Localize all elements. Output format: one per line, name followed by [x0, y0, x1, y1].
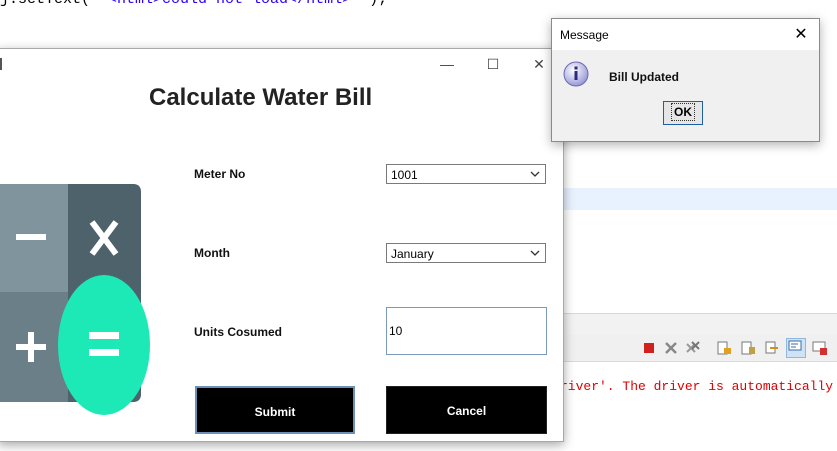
units-consumed-value: 10 — [389, 324, 403, 338]
code-string: "<html>could not load</html>" — [99, 0, 360, 8]
info-icon — [563, 61, 589, 87]
calculate-bill-window: — ☐ ✕ Calculate Water Bill Meter No 1001… — [0, 48, 564, 442]
message-dialog: Message ✕ Bill Updated OK — [551, 18, 820, 142]
ide-console-tabbar — [560, 313, 837, 336]
meter-no-label: Meter No — [194, 167, 246, 181]
meter-no-value: 1001 — [391, 168, 418, 182]
clear-console-icon[interactable] — [716, 340, 732, 356]
month-select[interactable]: January — [386, 243, 546, 263]
minimize-button[interactable]: — — [424, 49, 470, 79]
pin-console-icon[interactable] — [812, 340, 828, 356]
code-prefix: j.setText( — [0, 0, 90, 8]
window-icon — [0, 58, 2, 70]
month-label: Month — [194, 246, 230, 260]
ide-code-line: j.setText( "<html>could not load</html>"… — [0, 0, 387, 8]
scroll-lock-icon[interactable] — [740, 340, 756, 356]
remove-all-icon[interactable] — [685, 340, 701, 356]
ok-label: OK — [671, 103, 695, 121]
dialog-title: Message — [560, 28, 609, 42]
dialog-titlebar: Message ✕ — [552, 19, 819, 50]
show-console-icon[interactable] — [786, 338, 806, 358]
dialog-message: Bill Updated — [609, 70, 680, 84]
chevron-down-icon — [530, 171, 540, 177]
cancel-button[interactable]: Cancel — [386, 386, 547, 434]
code-suffix: ); — [369, 0, 387, 8]
page-title: Calculate Water Bill — [149, 84, 373, 111]
units-consumed-label: Units Cosumed — [194, 325, 283, 339]
console-error-text: river'. The driver is automatically reg — [560, 379, 837, 394]
meter-no-select[interactable]: 1001 — [386, 164, 546, 184]
dialog-close-button[interactable]: ✕ — [787, 22, 815, 48]
ide-line-highlight — [560, 188, 837, 210]
calculator-icon — [0, 184, 150, 415]
units-consumed-input[interactable]: 10 — [386, 307, 547, 355]
remove-launch-icon[interactable] — [663, 340, 679, 356]
month-value: January — [391, 247, 434, 261]
submit-button[interactable]: Submit — [195, 386, 355, 434]
word-wrap-icon[interactable] — [764, 340, 780, 356]
chevron-down-icon — [530, 250, 540, 256]
terminate-icon[interactable] — [641, 340, 657, 356]
maximize-button[interactable]: ☐ — [470, 49, 516, 79]
ok-button[interactable]: OK — [663, 101, 703, 125]
